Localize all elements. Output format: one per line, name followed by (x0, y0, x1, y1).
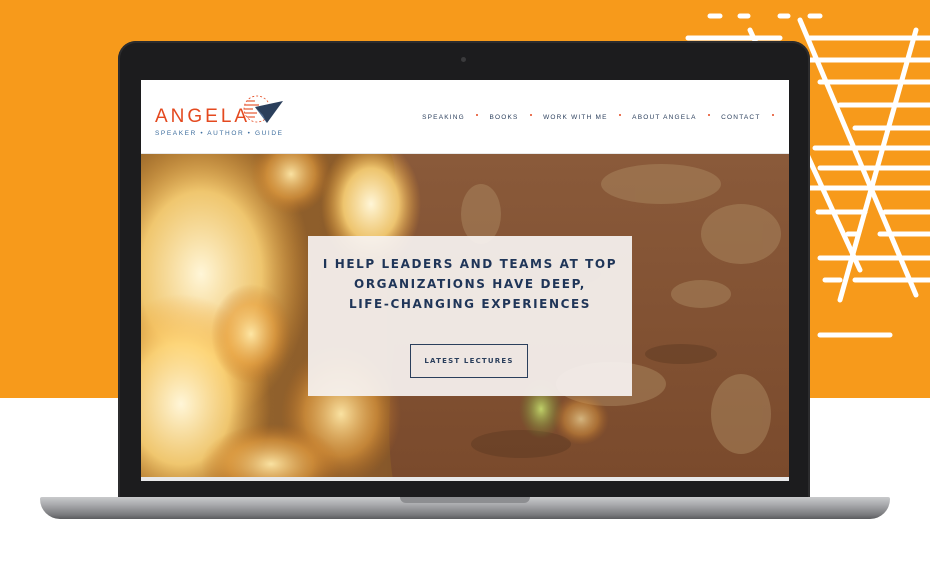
nav-separator-dot (475, 113, 479, 117)
laptop-base-notch (400, 497, 530, 503)
nav-separator-dot (771, 113, 774, 117)
hero-card: I HELP LEADERS AND TEAMS AT TOP ORGANIZA… (308, 236, 632, 396)
nav-separator-dot (618, 113, 622, 117)
site-header: ANGELA SPEAKER • AUTHOR • GUIDE SPEAKING… (141, 80, 789, 154)
nav-item-speaking[interactable]: SPEAKING (422, 114, 465, 121)
nav-item-work-with-me[interactable]: WORK WITH ME (543, 114, 608, 121)
hero-headline-line: LIFE-CHANGING EXPERIENCES (348, 297, 592, 311)
nav-item-contact[interactable]: CONTACT (721, 114, 760, 121)
hero-section: I HELP LEADERS AND TEAMS AT TOP ORGANIZA… (141, 154, 789, 480)
logo-name: ANGELA (155, 106, 251, 127)
screen-bottom-edge (141, 477, 789, 481)
laptop-screen: ANGELA SPEAKER • AUTHOR • GUIDE SPEAKING… (141, 80, 789, 480)
hero-headline-line: I HELP LEADERS AND TEAMS AT TOP (322, 257, 618, 271)
site-logo[interactable]: ANGELA SPEAKER • AUTHOR • GUIDE (155, 95, 295, 143)
paper-plane-icon (243, 95, 283, 123)
hero-headline-line: ORGANIZATIONS HAVE DEEP, (354, 277, 586, 291)
nav-separator-dot (707, 113, 711, 117)
nav-item-books[interactable]: BOOKS (489, 114, 518, 121)
nav-item-about-angela[interactable]: ABOUT ANGELA (632, 114, 697, 121)
latest-lectures-button[interactable]: LATEST LECTURES (410, 344, 528, 378)
nav-separator-dot (529, 113, 533, 117)
hero-headline: I HELP LEADERS AND TEAMS AT TOP ORGANIZA… (308, 254, 632, 314)
mockup-stage: ANGELA SPEAKER • AUTHOR • GUIDE SPEAKING… (0, 0, 930, 565)
logo-tagline: SPEAKER • AUTHOR • GUIDE (155, 130, 284, 137)
webcam (461, 57, 466, 62)
main-nav: SPEAKING BOOKS WORK WITH ME ABOUT ANGELA… (422, 111, 785, 123)
